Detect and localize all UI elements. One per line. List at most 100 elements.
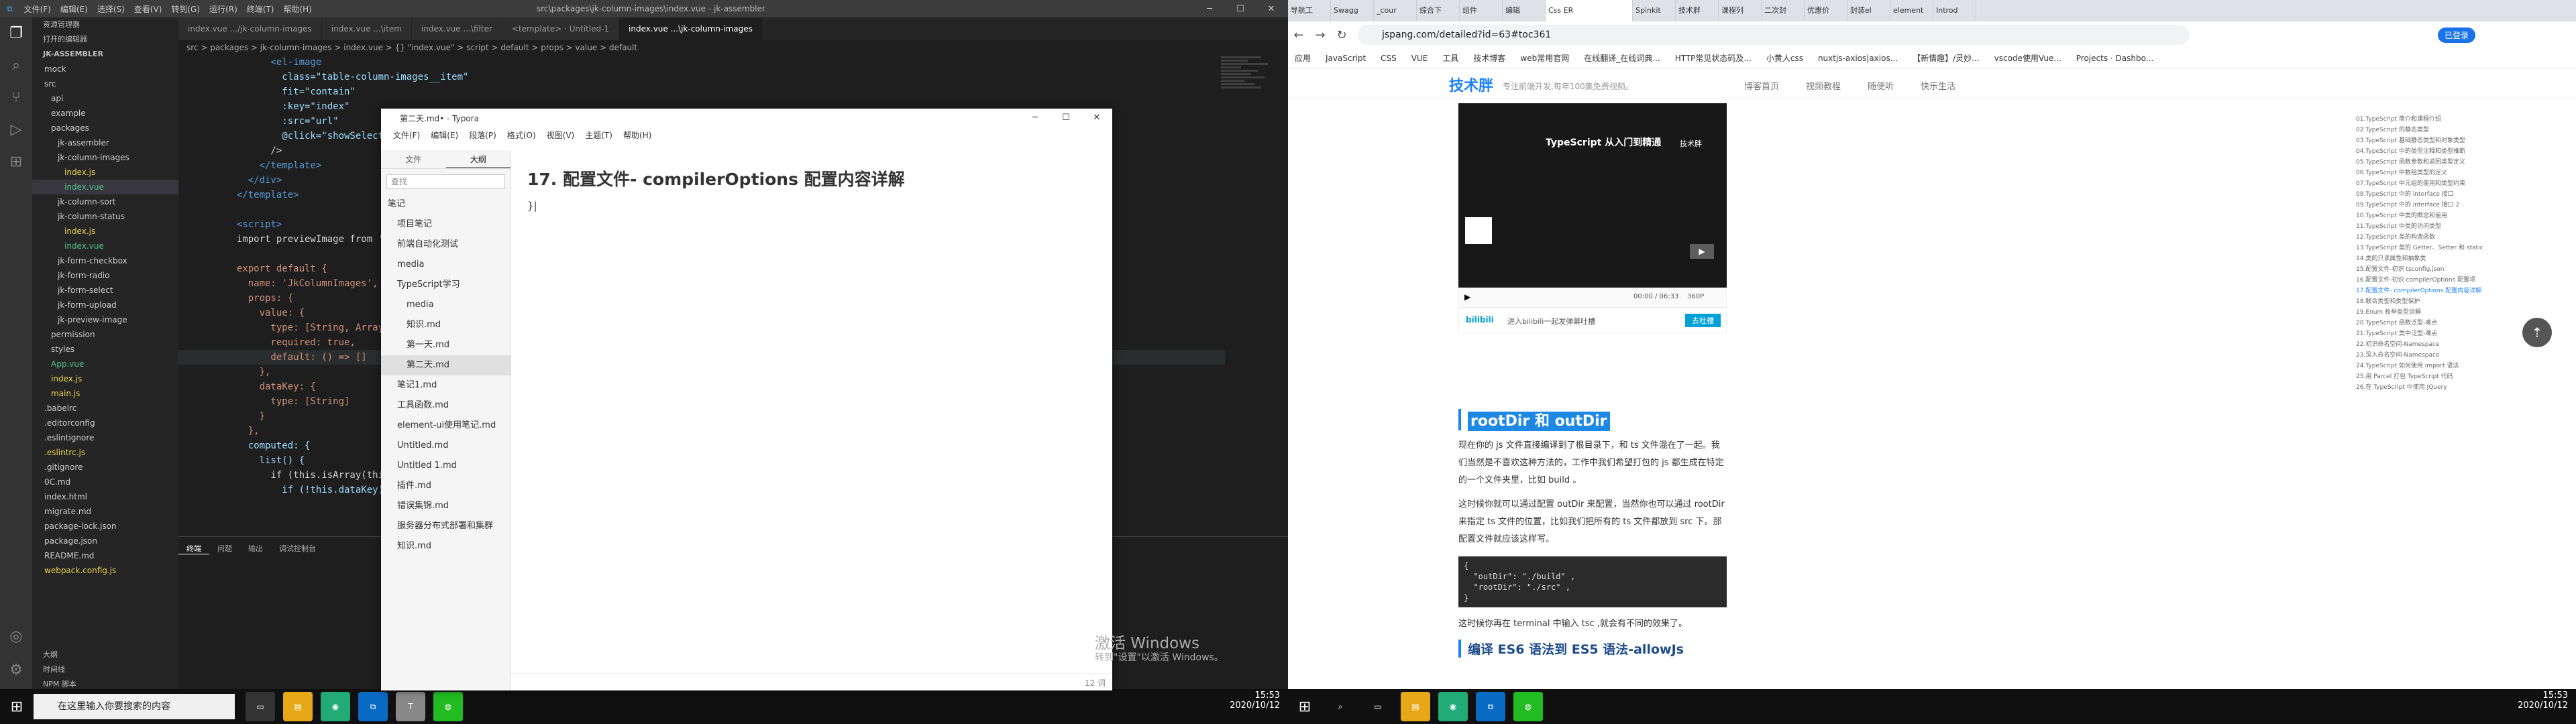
account-badge[interactable]: 已登录: [2438, 27, 2476, 43]
browser-tab[interactable]: 封装el: [1847, 0, 1890, 21]
project-section[interactable]: JK-ASSEMBLER: [32, 47, 178, 62]
browser-tab[interactable]: 编辑: [1503, 0, 1546, 21]
panel-tab[interactable]: 调试控制台: [271, 543, 324, 554]
toc-item[interactable]: 13.TypeScript 类的 Getter、Setter 和 static: [2352, 243, 2553, 253]
bookmark[interactable]: 在线翻译_在线词典...: [1584, 52, 1660, 64]
file-tree-item[interactable]: webpack.config.js: [32, 563, 178, 578]
toc-item[interactable]: 18.联合类型和类型保护: [2352, 296, 2553, 307]
file-tree-item[interactable]: example: [32, 106, 178, 121]
toc-item[interactable]: 14.类的只读属性和抽象类: [2352, 253, 2553, 264]
file-item[interactable]: 知识.md: [381, 315, 511, 335]
system-clock-right[interactable]: 15:53 2020/10/12: [2518, 690, 2568, 711]
file-item[interactable]: 工具函数.md: [381, 396, 511, 416]
bookmark[interactable]: CSS: [1381, 54, 1397, 63]
file-item[interactable]: TypeScript学习: [381, 275, 511, 295]
panel-tab[interactable]: 终端: [178, 543, 209, 554]
wechat-app-icon[interactable]: ◍: [433, 692, 463, 721]
menu-item[interactable]: 转到(G): [166, 5, 205, 14]
editor-tab[interactable]: index.vue ...\jk-column-images: [619, 17, 763, 40]
toc-item[interactable]: 07.TypeScript 中元组的使用和类型约束: [2352, 178, 2553, 189]
file-tree-item[interactable]: src: [32, 76, 178, 91]
file-tree-item[interactable]: jk-form-radio: [32, 268, 178, 283]
file-item[interactable]: media: [381, 255, 511, 275]
back-icon[interactable]: ←: [1288, 28, 1309, 42]
toc-item[interactable]: 01.TypeScript 简介和课程介绍: [2352, 114, 2553, 125]
search-icon[interactable]: ⌕: [0, 50, 32, 82]
menu-item[interactable]: 段落(P): [469, 129, 496, 141]
video-player[interactable]: TypeScript 从入门到精通 技术胖 ▶: [1458, 103, 1727, 288]
file-item[interactable]: 项目笔记: [381, 215, 511, 235]
file-item[interactable]: 第一天.md: [381, 335, 511, 355]
menu-item[interactable]: 编辑(E): [431, 129, 458, 141]
menu-item[interactable]: 格式(O): [507, 129, 536, 141]
site-logo[interactable]: 技术胖: [1449, 74, 1493, 95]
windows-start-icon[interactable]: ⊞: [0, 699, 34, 715]
browser-tab[interactable]: 课程列: [1719, 0, 1762, 21]
editor-tab[interactable]: index.vue .../jk-column-images: [178, 17, 322, 40]
browser-tab[interactable]: Swagg: [1331, 0, 1374, 21]
bookmark[interactable]: 小黄人css: [1766, 52, 1803, 64]
run-icon[interactable]: ▷: [0, 114, 32, 146]
toc-item[interactable]: 17.配置文件- compilerOptions 配置内容详解: [2352, 286, 2553, 296]
editor-tab[interactable]: <template> · Untitled-1: [502, 17, 620, 40]
settings-icon[interactable]: ⚙: [0, 654, 32, 686]
file-item[interactable]: 第二天.md: [381, 355, 511, 375]
bookmark[interactable]: VUE: [1411, 54, 1428, 63]
explorer-icon[interactable]: ❐: [0, 17, 32, 50]
browser-tab[interactable]: 技术胖: [1676, 0, 1719, 21]
toc-item[interactable]: 23.深入命名空间-Namespace: [2352, 350, 2553, 361]
site-nav-item[interactable]: 博客首页: [1744, 79, 1779, 92]
side-tab[interactable]: 大纲: [445, 150, 511, 168]
bookmark[interactable]: JavaScript: [1326, 54, 1366, 63]
minimap[interactable]: [1221, 55, 1275, 189]
file-item[interactable]: 知识.md: [381, 536, 511, 556]
toc-item[interactable]: 12.TypeScript 类的构造函数: [2352, 232, 2553, 243]
minimize-icon[interactable]: ─: [1020, 109, 1051, 126]
wechat-app-icon[interactable]: ◍: [1513, 692, 1543, 721]
file-tree-item[interactable]: main.js: [32, 386, 178, 401]
typora-document[interactable]: 17. 配置文件- compilerOptions 配置内容详解 }|: [527, 166, 905, 212]
video-play-icon[interactable]: ▶: [1464, 292, 1470, 302]
file-tree-item[interactable]: .gitignore: [32, 460, 178, 475]
file-tree-item[interactable]: api: [32, 91, 178, 106]
file-item[interactable]: media: [381, 295, 511, 315]
open-editors-section[interactable]: 打开的编辑器: [32, 32, 178, 47]
menu-item[interactable]: 查看(V): [129, 5, 167, 14]
file-item[interactable]: Untitled 1.md: [381, 456, 511, 476]
file-tree-item[interactable]: package.json: [32, 534, 178, 548]
bookmark[interactable]: 工具: [1442, 52, 1458, 64]
file-tree-item[interactable]: mock: [32, 62, 178, 76]
close-icon[interactable]: ✕: [1081, 109, 1112, 126]
search-icon[interactable]: ⌕: [1326, 692, 1355, 721]
bookmark[interactable]: nuxtjs-axios|axios...: [1818, 54, 1898, 63]
windows-start-icon[interactable]: ⊞: [1288, 699, 1322, 715]
forward-icon[interactable]: →: [1309, 28, 1331, 42]
toc-item[interactable]: 25.用 Parcel 打包 TypeScript 代码: [2352, 371, 2553, 382]
minimize-icon[interactable]: ─: [1194, 0, 1225, 17]
file-item[interactable]: Untitled.md: [381, 436, 511, 456]
menu-item[interactable]: 帮助(H): [623, 129, 651, 141]
browser-tab[interactable]: Css ER: [1546, 0, 1633, 21]
toc-item[interactable]: 06.TypeScript 中数组类型的定义: [2352, 168, 2553, 178]
file-tree-item[interactable]: index.vue: [32, 180, 178, 194]
browser-tab[interactable]: 综合下: [1417, 0, 1460, 21]
toc-item[interactable]: 03.TypeScript 基础静态类型和对象类型: [2352, 135, 2553, 146]
site-nav-item[interactable]: 快乐生活: [1921, 79, 1955, 92]
file-tree-item[interactable]: .babelrc: [32, 401, 178, 416]
typora-app-icon[interactable]: T: [396, 692, 425, 721]
maximize-icon[interactable]: ☐: [1051, 109, 1081, 126]
browser-tab[interactable]: _cour: [1374, 0, 1417, 21]
explorer-app-icon[interactable]: ▤: [283, 692, 313, 721]
file-tree-item[interactable]: index.js: [32, 165, 178, 180]
source-control-icon[interactable]: ⑂: [0, 82, 32, 114]
browser-tab[interactable]: element: [1890, 0, 1933, 21]
browser-tab[interactable]: Introd: [1933, 0, 1976, 21]
file-tree-item[interactable]: jk-assembler: [32, 135, 178, 150]
outline-section[interactable]: 时间线: [32, 662, 178, 677]
file-tree-item[interactable]: jk-form-checkbox: [32, 253, 178, 268]
back-to-top-button[interactable]: ⇡: [2522, 318, 2552, 347]
file-item[interactable]: 错误集锦.md: [381, 496, 511, 516]
toc-item[interactable]: 10.TypeScript 中类的概念和使用: [2352, 210, 2553, 221]
menu-item[interactable]: 终端(T): [242, 5, 279, 14]
chrome-app-icon[interactable]: ◉: [1438, 692, 1468, 721]
